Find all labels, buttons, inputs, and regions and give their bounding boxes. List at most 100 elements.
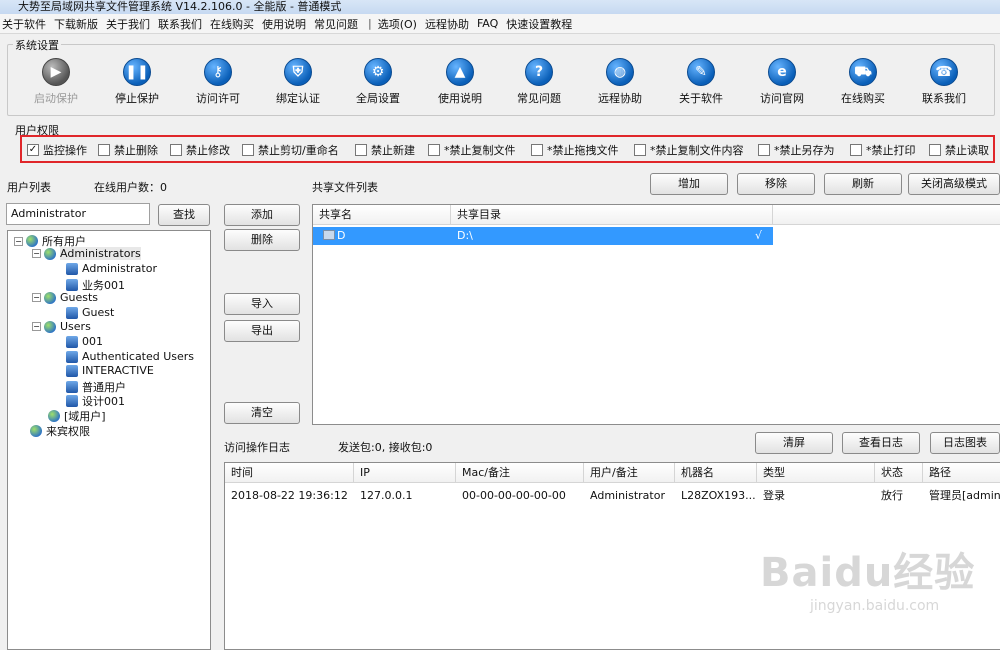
log-col-machine[interactable]: 机器名	[675, 463, 757, 483]
perm-no-modify-checkbox[interactable]	[170, 144, 182, 156]
pause-icon: ❚❚	[123, 58, 151, 86]
tree-node-label: 来宾权限	[46, 425, 90, 438]
log-col-type[interactable]: 类型	[757, 463, 875, 483]
tree-node-administrator[interactable]: Administrator	[66, 262, 157, 275]
perm-no-drag-file[interactable]: *禁止拖拽文件	[531, 142, 619, 158]
group-icon	[44, 320, 56, 333]
tree-node-administrators[interactable]: − Administrators	[32, 247, 141, 260]
share-col-flag[interactable]	[773, 205, 1000, 225]
search-button[interactable]: 查找	[158, 204, 210, 226]
online-buy-button[interactable]: ⛟ 在线购买	[823, 58, 903, 106]
tree-node-guest[interactable]: Guest	[66, 306, 114, 319]
menu-item-about-us[interactable]: 关于我们	[106, 16, 150, 32]
share-table[interactable]: 共享名 共享目录 D D:\ √	[312, 204, 1000, 425]
perm-no-cut-rename[interactable]: 禁止剪切/重命名	[242, 142, 339, 158]
share-add-button[interactable]: 增加	[650, 173, 728, 195]
faq-button[interactable]: ? 常见问题	[499, 58, 579, 106]
perm-no-copy-content-checkbox[interactable]	[634, 144, 646, 156]
perm-no-modify[interactable]: 禁止修改	[170, 142, 230, 158]
user-icon	[66, 262, 78, 275]
share-col-name[interactable]: 共享名	[313, 205, 451, 225]
menu-item-buy[interactable]: 在线购买	[210, 16, 254, 32]
expander-icon[interactable]: −	[32, 322, 41, 331]
global-settings-button[interactable]: ⚙ 全局设置	[338, 58, 418, 106]
access-permission-button[interactable]: ⚷ 访问许可	[178, 58, 258, 106]
tree-node-guest-permissions[interactable]: 来宾权限	[30, 423, 90, 439]
view-log-button[interactable]: 查看日志	[842, 432, 920, 454]
add-user-button[interactable]: 添加	[224, 204, 300, 226]
contact-us-button[interactable]: ☎ 联系我们	[904, 58, 984, 106]
perm-no-cut-rename-checkbox[interactable]	[242, 144, 254, 156]
log-col-ip[interactable]: IP	[354, 463, 456, 483]
perm-no-print-checkbox[interactable]	[850, 144, 862, 156]
notepad-icon: ✎	[687, 58, 715, 86]
menu-item-contact[interactable]: 联系我们	[158, 16, 202, 32]
log-col-status[interactable]: 状态	[875, 463, 923, 483]
perm-no-read[interactable]: 禁止读取	[929, 142, 989, 158]
expander-icon[interactable]: −	[14, 236, 23, 246]
perm-no-copy-file-checkbox[interactable]	[428, 144, 440, 156]
about-software-button[interactable]: ✎ 关于软件	[661, 58, 741, 106]
expander-icon[interactable]: −	[32, 293, 41, 302]
online-buy-label: 在线购买	[841, 92, 885, 105]
menu-item-faq-cn[interactable]: 常见问题	[314, 16, 358, 32]
tree-node-users[interactable]: − Users	[32, 320, 91, 333]
table-row[interactable]: 2018-08-22 19:36:12 127.0.0.1 00-00-00-0…	[225, 487, 1000, 505]
perm-no-drag-file-label: *禁止拖拽文件	[547, 144, 619, 157]
log-col-time[interactable]: 时间	[225, 463, 354, 483]
stop-protection-button[interactable]: ❚❚ 停止保护	[97, 58, 177, 106]
perm-no-save-as[interactable]: *禁止另存为	[758, 142, 835, 158]
tree-node-001[interactable]: 001	[66, 335, 103, 348]
log-col-path[interactable]: 路径	[923, 463, 1000, 483]
delete-user-button[interactable]: 删除	[224, 229, 300, 251]
access-log-label: 访问操作日志	[224, 441, 290, 454]
remote-help-button[interactable]: ◍ 远程协助	[580, 58, 660, 106]
clear-screen-button[interactable]: 清屏	[755, 432, 833, 454]
expander-icon[interactable]: −	[32, 249, 41, 258]
user-icon	[66, 381, 78, 393]
import-button[interactable]: 导入	[224, 293, 300, 315]
user-tree[interactable]: − 所有用户 − Administrators Administrator 业务…	[7, 230, 211, 650]
log-cell-time: 2018-08-22 19:36:12	[231, 489, 348, 502]
log-col-user[interactable]: 用户/备注	[584, 463, 675, 483]
perm-no-copy-file[interactable]: *禁止复制文件	[428, 142, 516, 158]
tree-node-domain-users[interactable]: [域用户]	[48, 408, 106, 424]
perm-no-create-checkbox[interactable]	[355, 144, 367, 156]
log-col-mac[interactable]: Mac/备注	[456, 463, 584, 483]
log-chart-button[interactable]: 日志图表	[930, 432, 1000, 454]
start-protection-button[interactable]: ▶ 启动保护	[16, 58, 96, 106]
menu-item-remote-help[interactable]: 远程协助	[425, 16, 469, 32]
perm-monitor-checkbox[interactable]: ✓	[27, 144, 39, 156]
tree-node-authenticated-users[interactable]: Authenticated Users	[66, 350, 194, 363]
perm-no-save-as-checkbox[interactable]	[758, 144, 770, 156]
bind-auth-button[interactable]: ⛨ 绑定认证	[258, 58, 338, 106]
perm-no-print[interactable]: *禁止打印	[850, 142, 916, 158]
tree-node-guests[interactable]: − Guests	[32, 291, 98, 304]
perm-no-create[interactable]: 禁止新建	[355, 142, 415, 158]
menu-item-download[interactable]: 下载新版	[54, 16, 98, 32]
access-permission-label: 访问许可	[196, 92, 240, 105]
perm-no-delete-checkbox[interactable]	[98, 144, 110, 156]
tree-node-label: INTERACTIVE	[82, 364, 154, 377]
perm-monitor[interactable]: ✓ 监控操作	[27, 142, 87, 158]
perm-no-delete[interactable]: 禁止删除	[98, 142, 158, 158]
manual-button[interactable]: ▲ 使用说明	[420, 58, 500, 106]
menu-item-manual[interactable]: 使用说明	[262, 16, 306, 32]
share-refresh-button[interactable]: 刷新	[824, 173, 902, 195]
visit-website-button[interactable]: e 访问官网	[742, 58, 822, 106]
close-advanced-mode-button[interactable]: 关闭高级模式	[908, 173, 1000, 195]
menu-item-faq[interactable]: FAQ	[477, 17, 498, 30]
user-search-input[interactable]: Administrator	[6, 203, 150, 225]
menu-item-quick-setup[interactable]: 快速设置教程	[506, 16, 572, 32]
perm-no-drag-file-checkbox[interactable]	[531, 144, 543, 156]
share-col-path[interactable]: 共享目录	[451, 205, 773, 225]
perm-no-read-checkbox[interactable]	[929, 144, 941, 156]
menu-item-about-software[interactable]: 关于软件	[2, 16, 46, 32]
tree-node-interactive[interactable]: INTERACTIVE	[66, 364, 154, 377]
export-button[interactable]: 导出	[224, 320, 300, 342]
clear-button[interactable]: 清空	[224, 402, 300, 424]
share-remove-button[interactable]: 移除	[737, 173, 815, 195]
tree-node-design001[interactable]: 设计001	[66, 393, 125, 409]
perm-no-copy-content[interactable]: *禁止复制文件内容	[634, 142, 744, 158]
menu-item-options[interactable]: 选项(O)	[378, 16, 417, 32]
